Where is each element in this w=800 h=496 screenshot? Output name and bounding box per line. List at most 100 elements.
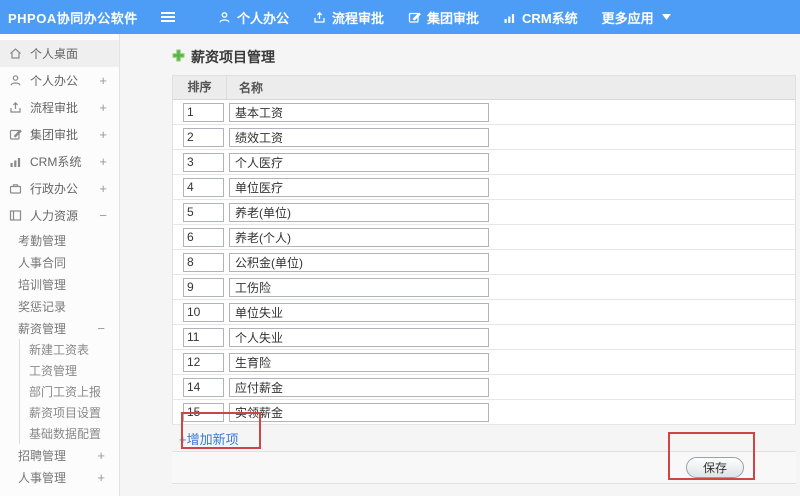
name-input[interactable] [229, 377, 489, 397]
expand-icon[interactable]: + [97, 448, 105, 463]
footer-bar: 保存 [172, 451, 796, 484]
table-row [173, 275, 795, 300]
page-title: 薪资项目管理 [191, 49, 275, 65]
table-row [173, 200, 795, 225]
sidebar-item-human-resources[interactable]: 人力资源 − [0, 202, 119, 229]
table-row [173, 350, 795, 375]
expand-icon[interactable]: + [99, 73, 107, 88]
add-new-item-link[interactable]: +增加新项 [179, 429, 239, 448]
table-row [173, 250, 795, 275]
hr-icon [9, 209, 23, 222]
nav-item-group-approval[interactable]: 集团审批 [408, 8, 479, 27]
expand-icon[interactable]: + [99, 127, 107, 142]
name-input[interactable] [229, 302, 489, 322]
order-input[interactable] [183, 102, 224, 122]
sidebar-item-attendance-mgmt[interactable]: 考勤管理 [0, 229, 119, 251]
collapse-icon[interactable]: − [99, 208, 107, 223]
name-input[interactable] [229, 402, 489, 422]
user-icon [9, 74, 23, 87]
app-logo: PHPOA协同办公软件 [8, 10, 138, 26]
order-input[interactable] [183, 227, 224, 247]
sidebar-item-workflow-approval[interactable]: 流程审批 + [0, 94, 119, 121]
order-input[interactable] [183, 202, 224, 222]
order-input[interactable] [183, 327, 224, 347]
hamburger-menu-icon[interactable] [160, 11, 176, 23]
sidebar-item-personal-desktop[interactable]: 个人桌面 [0, 40, 119, 67]
nav-item-personal-office[interactable]: 个人办公 [218, 8, 289, 27]
order-input[interactable] [183, 127, 224, 147]
expand-icon[interactable]: + [99, 100, 107, 115]
name-input[interactable] [229, 152, 489, 172]
order-input[interactable] [183, 152, 224, 172]
name-input[interactable] [229, 327, 489, 347]
nav-item-more-apps[interactable]: 更多应用 [602, 8, 671, 27]
table-row [173, 150, 795, 175]
table-row [173, 400, 795, 425]
sidebar-item-payroll-mgmt[interactable]: 工资管理 [20, 360, 119, 381]
sidebar-item-personal-office[interactable]: 个人办公 + [0, 67, 119, 94]
order-input[interactable] [183, 252, 224, 272]
page-title-row: 薪资项目管理 [172, 47, 796, 67]
table-row [173, 225, 795, 250]
order-input[interactable] [183, 277, 224, 297]
sidebar-item-personnel-mgmt[interactable]: 人事管理 + [0, 466, 119, 488]
name-input[interactable] [229, 227, 489, 247]
table-row [173, 300, 795, 325]
user-icon [218, 11, 231, 24]
order-input[interactable] [183, 352, 224, 372]
order-input[interactable] [183, 402, 224, 422]
column-header-name: 名称 [239, 81, 264, 95]
nav-item-workflow-approval[interactable]: 流程审批 [313, 8, 384, 27]
table-row [173, 375, 795, 400]
sidebar-item-training-mgmt[interactable]: 培训管理 [0, 273, 119, 295]
add-green-icon [172, 49, 185, 65]
sidebar-item-reward-records[interactable]: 奖惩记录 [0, 295, 119, 317]
sidebar-item-crm-system[interactable]: CRM系统 + [0, 148, 119, 175]
order-input[interactable] [183, 177, 224, 197]
table-row [173, 100, 795, 125]
sidebar-item-salary-item-settings[interactable]: 薪资项目设置 [20, 402, 119, 423]
expand-icon[interactable]: + [97, 470, 105, 485]
flow-icon [313, 11, 326, 24]
table-header: 排序 名称 [173, 76, 795, 100]
top-navbar: PHPOA协同办公软件 个人办公 流程审批 集团审批 CRM系统 更多应用 [0, 0, 800, 34]
table-row [173, 175, 795, 200]
sidebar: 个人桌面 个人办公 + 流程审批 + 集团审批 + CRM系统 + 行政办公 +… [0, 34, 120, 496]
chart-icon [9, 155, 23, 168]
table-row [173, 325, 795, 350]
name-input[interactable] [229, 352, 489, 372]
edit-icon [408, 11, 421, 24]
table-row [173, 125, 795, 150]
sidebar-item-dept-payroll-report[interactable]: 部门工资上报 [20, 381, 119, 402]
sidebar-item-recruit-mgmt[interactable]: 招聘管理 + [0, 444, 119, 466]
salary-submenu: 新建工资表 工资管理 部门工资上报 薪资项目设置 基础数据配置 [19, 339, 119, 444]
name-input[interactable] [229, 177, 489, 197]
name-input[interactable] [229, 127, 489, 147]
nav-item-crm-system[interactable]: CRM系统 [503, 8, 578, 27]
sidebar-item-group-approval[interactable]: 集团审批 + [0, 121, 119, 148]
column-header-order: 排序 [173, 76, 227, 99]
salary-items-table: 排序 名称 [172, 75, 796, 425]
sidebar-item-admin-office[interactable]: 行政办公 + [0, 175, 119, 202]
name-input[interactable] [229, 277, 489, 297]
add-item-row: +增加新项 [172, 425, 796, 451]
briefcase-icon [9, 182, 23, 195]
sidebar-item-new-payroll[interactable]: 新建工资表 [20, 339, 119, 360]
sidebar-item-salary-mgmt[interactable]: 薪资管理 − [0, 317, 119, 339]
name-input[interactable] [229, 102, 489, 122]
caret-down-icon [661, 14, 671, 20]
flow-icon [9, 101, 23, 114]
sidebar-item-base-data-config[interactable]: 基础数据配置 [20, 423, 119, 444]
sidebar-item-hr-contract[interactable]: 人事合同 [0, 251, 119, 273]
collapse-icon[interactable]: − [97, 321, 105, 336]
main-content: 薪资项目管理 排序 名称 1 基本工资 2 绩效工资 3 个人医疗 4 单位医疗… [120, 34, 800, 484]
order-input[interactable] [183, 377, 224, 397]
order-input[interactable] [183, 302, 224, 322]
chart-icon [503, 11, 516, 24]
expand-icon[interactable]: + [99, 154, 107, 169]
home-icon [9, 47, 23, 60]
expand-icon[interactable]: + [99, 181, 107, 196]
name-input[interactable] [229, 202, 489, 222]
name-input[interactable] [229, 252, 489, 272]
save-button[interactable]: 保存 [686, 457, 744, 478]
